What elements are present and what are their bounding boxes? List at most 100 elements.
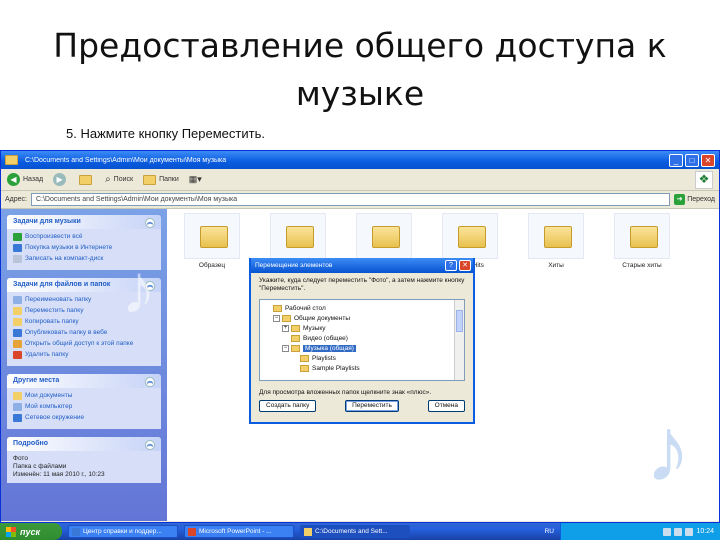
computer-icon (13, 403, 22, 411)
file-tasks-title: Задачи для файлов и папок (13, 281, 111, 288)
forward-arrow-icon: ▶ (53, 173, 67, 186)
address-bar: Адрес: C:\Documents and Settings\Admin\М… (1, 191, 719, 209)
tree-expander-icon[interactable]: + (282, 324, 289, 332)
tree-scrollbar[interactable] (454, 300, 464, 380)
task-delete-folder[interactable]: Удалить папку (13, 351, 155, 359)
details-header[interactable]: Подробно ︽ (7, 437, 161, 451)
move-button[interactable]: Переместить (345, 400, 399, 412)
tree-node-label: Общие документы (294, 314, 351, 322)
dialog-instruction: Укажите, куда следует переместить "Фото"… (259, 277, 465, 292)
up-button[interactable] (79, 174, 95, 185)
cancel-button[interactable]: Отмена (427, 400, 465, 412)
folder-item[interactable] (263, 213, 333, 262)
search-label: Поиск (113, 176, 134, 183)
music-note-watermark-icon: ♪ (645, 399, 691, 501)
window-title: C:\Documents and Settings\Admin\Мои доку… (25, 156, 227, 164)
views-icon: ▦▾ (188, 174, 202, 184)
folder-icon (442, 213, 498, 259)
explorer-window: C:\Documents and Settings\Admin\Мои доку… (0, 150, 720, 523)
other-places-header[interactable]: Другие места ︽ (7, 374, 161, 388)
globe-icon (13, 244, 22, 252)
folder-item[interactable] (349, 213, 419, 262)
tree-node[interactable]: − Общие документы (264, 313, 460, 323)
copy-icon (13, 318, 22, 326)
tray-icon[interactable] (663, 527, 672, 536)
search-button[interactable]: ⌕ Поиск (105, 174, 133, 185)
place-network[interactable]: Сетевое окружение (13, 414, 155, 422)
tree-node[interactable]: Видео (общее) (264, 333, 460, 343)
detail-name: Фото (13, 455, 28, 462)
detail-modified: Изменён: 11 мая 2010 г., 10:23 (13, 471, 105, 478)
folders-button[interactable]: Папки (143, 174, 179, 185)
back-label: Назад (23, 176, 44, 183)
network-icon (13, 414, 22, 422)
tree-node[interactable]: + Музыку (264, 323, 460, 333)
clock: 10:24 (696, 528, 714, 535)
music-tasks-header[interactable]: Задачи для музыки ︽ (7, 215, 161, 229)
slide-title-line2: музыке (295, 74, 425, 113)
tray-icon[interactable] (685, 527, 694, 536)
folder-item[interactable]: Хиты (521, 213, 591, 269)
dialog-hint: Для просмотра вложенных папок щелкните з… (259, 389, 432, 396)
tray-icon[interactable] (674, 527, 683, 536)
tree-node[interactable]: Playlists (264, 353, 460, 363)
place-my-computer[interactable]: Мой компьютер (13, 403, 155, 411)
share-icon (13, 340, 22, 348)
collapse-icon[interactable]: ︽ (145, 377, 155, 387)
tree-node-label: Playlists (312, 354, 336, 362)
dialog-close-button[interactable]: ✕ (459, 260, 471, 271)
scrollbar-thumb[interactable] (456, 310, 463, 332)
dialog-titlebar[interactable]: Перемещение элементов ? ✕ (251, 258, 473, 273)
collapse-icon[interactable]: ︽ (145, 440, 155, 450)
delete-icon (13, 351, 22, 359)
tree-expander-icon[interactable]: − (282, 344, 289, 352)
folder-item[interactable]: Образец (177, 213, 247, 269)
folder-item[interactable]: Старые хиты (607, 213, 677, 269)
close-button[interactable]: ✕ (701, 153, 715, 167)
start-button[interactable]: пуск (0, 523, 62, 540)
collapse-icon[interactable]: ︽ (145, 218, 155, 228)
window-titlebar[interactable]: C:\Documents and Settings\Admin\Мои доку… (1, 151, 719, 169)
tree-node[interactable]: − Музыка (общая) (264, 343, 460, 353)
go-label: Переход (687, 196, 715, 203)
search-icon: ⌕ (105, 174, 111, 185)
folders-icon (143, 174, 157, 185)
taskbar-button[interactable]: Центр справки и поддер... (68, 525, 178, 538)
minimize-button[interactable]: _ (669, 153, 683, 167)
start-label: пуск (20, 526, 41, 537)
slide-step-text: 5. Нажмите кнопку Переместить. (66, 126, 265, 141)
go-button[interactable]: ➔ Переход (674, 194, 715, 205)
taskbar: пуск Центр справки и поддер... Microsoft… (0, 523, 720, 540)
task-play-all[interactable]: Воспроизвести всё (13, 233, 155, 241)
new-folder-button[interactable]: Создать папку (259, 400, 317, 412)
folder-up-icon (79, 174, 93, 185)
task-publish-folder[interactable]: Опубликовать папку в вебе (13, 329, 155, 337)
taskbar-button[interactable]: Microsoft PowerPoint - ... (184, 525, 294, 538)
folder-icon (291, 344, 300, 352)
rename-icon (13, 296, 22, 304)
language-indicator[interactable]: RU (545, 528, 554, 535)
tree-node[interactable]: Sample Playlists (264, 363, 460, 373)
help-button[interactable]: ? (445, 260, 457, 271)
tree-node-label: Видео (общее) (303, 334, 348, 342)
place-my-documents[interactable]: Мои документы (13, 392, 155, 400)
music-tasks-title: Задачи для музыки (13, 218, 81, 225)
system-tray: 10:24 (560, 523, 720, 540)
detail-type: Папка с файлами (13, 463, 67, 470)
forward-button[interactable]: ▶ (53, 173, 69, 186)
task-pane: ♪ Задачи для музыки ︽ Воспроизвести всё … (1, 209, 167, 521)
views-button[interactable]: ▦▾ (189, 174, 202, 185)
taskbar-button[interactable]: C:\Documents and Sett... (300, 525, 410, 538)
powerpoint-icon (188, 527, 196, 536)
tree-node[interactable]: Рабочий стол (264, 303, 460, 313)
maximize-button[interactable]: □ (685, 153, 699, 167)
address-input[interactable]: C:\Documents and Settings\Admin\Мои доку… (30, 193, 671, 206)
back-arrow-icon: ◀ (7, 173, 20, 186)
back-button[interactable]: ◀ Назад (7, 173, 43, 186)
folder-icon (291, 334, 300, 342)
dialog-actions: Создать папку Переместить Отмена (251, 400, 473, 412)
task-share-folder[interactable]: Открыть общий доступ к этой папке (13, 340, 155, 348)
documents-icon (13, 392, 22, 400)
other-places-panel: Другие места ︽ Мои документы Мой компьют… (7, 374, 161, 429)
tree-expander-icon[interactable]: − (273, 314, 280, 322)
